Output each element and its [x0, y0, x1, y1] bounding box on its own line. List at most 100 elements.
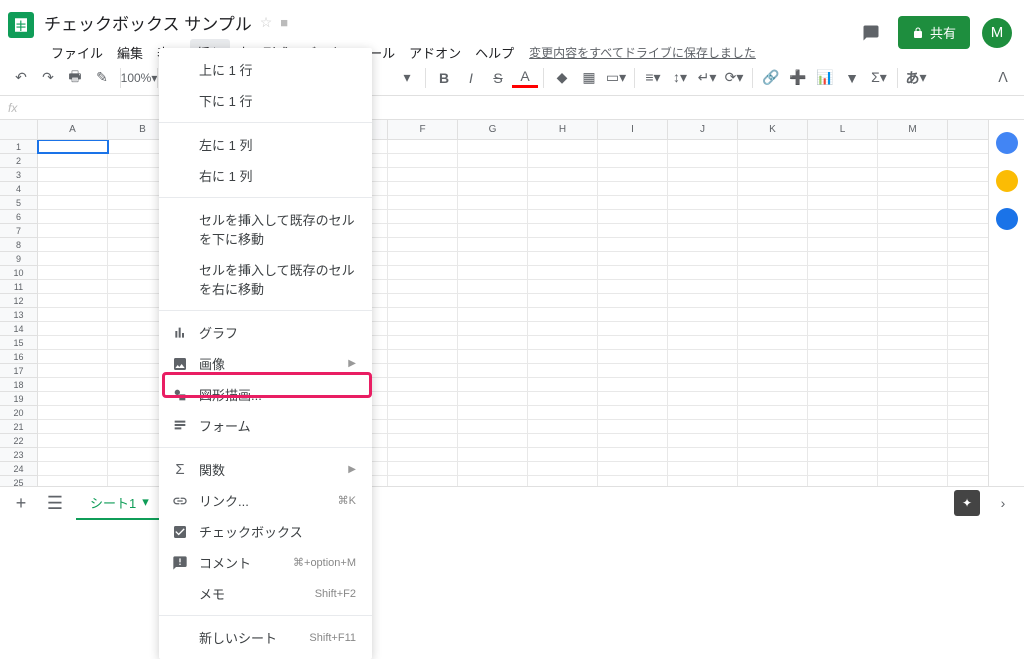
cell[interactable] — [458, 462, 528, 475]
cell[interactable] — [878, 238, 948, 251]
cell[interactable] — [528, 434, 598, 447]
cell[interactable] — [598, 406, 668, 419]
cell[interactable] — [388, 168, 458, 181]
cell[interactable] — [668, 448, 738, 461]
redo-button[interactable]: ↷ — [35, 65, 61, 91]
cell[interactable] — [878, 154, 948, 167]
cell[interactable] — [38, 210, 108, 223]
cell[interactable] — [668, 238, 738, 251]
cell[interactable] — [598, 140, 668, 153]
column-header[interactable]: A — [38, 120, 108, 139]
cell[interactable] — [738, 448, 808, 461]
cell[interactable] — [668, 224, 738, 237]
cell[interactable] — [598, 224, 668, 237]
cell[interactable] — [878, 182, 948, 195]
cell[interactable] — [38, 154, 108, 167]
menu-item[interactable]: 図形描画... — [159, 379, 372, 410]
cell[interactable] — [38, 476, 108, 486]
cell[interactable] — [668, 280, 738, 293]
cell[interactable] — [808, 252, 878, 265]
cell[interactable] — [458, 210, 528, 223]
row-header[interactable]: 14 — [0, 322, 37, 336]
cell[interactable] — [668, 476, 738, 486]
menu-item[interactable]: セルを挿入して既存のセルを右に移動 — [159, 254, 372, 304]
cell[interactable] — [458, 448, 528, 461]
cell[interactable] — [598, 434, 668, 447]
cell[interactable] — [38, 294, 108, 307]
halign-button[interactable]: ≡▾ — [640, 65, 666, 91]
cell[interactable] — [808, 266, 878, 279]
cell[interactable] — [878, 364, 948, 377]
italic-button[interactable]: I — [458, 65, 484, 91]
cell[interactable] — [38, 182, 108, 195]
menu-item[interactable]: コメント⌘+option+M — [159, 547, 372, 578]
cell[interactable] — [878, 252, 948, 265]
cell[interactable] — [528, 210, 598, 223]
cell[interactable] — [598, 476, 668, 486]
row-header[interactable]: 18 — [0, 378, 37, 392]
row-header[interactable]: 25 — [0, 476, 37, 486]
save-status[interactable]: 変更内容をすべてドライブに保存しました — [529, 44, 756, 61]
cell[interactable] — [458, 308, 528, 321]
cell[interactable] — [388, 154, 458, 167]
cell[interactable] — [878, 434, 948, 447]
cell[interactable] — [668, 364, 738, 377]
cell[interactable] — [668, 252, 738, 265]
cell[interactable] — [528, 476, 598, 486]
cell[interactable] — [388, 210, 458, 223]
row-header[interactable]: 3 — [0, 168, 37, 182]
cell[interactable] — [528, 392, 598, 405]
cell[interactable] — [528, 168, 598, 181]
cell[interactable] — [598, 154, 668, 167]
cell[interactable] — [598, 420, 668, 433]
cell[interactable] — [738, 140, 808, 153]
row-header[interactable]: 4 — [0, 182, 37, 196]
rotate-button[interactable]: ⟳▾ — [721, 65, 747, 91]
cell[interactable] — [38, 140, 108, 153]
tasks-icon[interactable] — [996, 208, 1018, 230]
cell[interactable] — [528, 308, 598, 321]
cell[interactable] — [738, 406, 808, 419]
cell[interactable] — [668, 266, 738, 279]
row-header[interactable]: 12 — [0, 294, 37, 308]
cell[interactable] — [38, 364, 108, 377]
menu-item[interactable]: 上に 1 行 — [159, 54, 372, 85]
cell[interactable] — [808, 210, 878, 223]
cell[interactable] — [738, 252, 808, 265]
menu-item[interactable]: セルを挿入して既存のセルを下に移動 — [159, 204, 372, 254]
cell[interactable] — [738, 392, 808, 405]
cell[interactable] — [388, 350, 458, 363]
cell[interactable] — [808, 350, 878, 363]
cell[interactable] — [38, 224, 108, 237]
folder-icon[interactable]: ■ — [280, 15, 288, 30]
cell[interactable] — [458, 364, 528, 377]
cell[interactable] — [458, 322, 528, 335]
cell[interactable] — [38, 266, 108, 279]
cell[interactable] — [808, 168, 878, 181]
cell[interactable] — [808, 364, 878, 377]
cell[interactable] — [738, 224, 808, 237]
cell[interactable] — [458, 406, 528, 419]
cell[interactable] — [598, 364, 668, 377]
row-header[interactable]: 23 — [0, 448, 37, 462]
cell[interactable] — [598, 280, 668, 293]
functions-button[interactable]: Σ▾ — [866, 65, 892, 91]
cell[interactable] — [388, 378, 458, 391]
cell[interactable] — [38, 238, 108, 251]
fill-color-button[interactable]: ◆ — [549, 65, 575, 91]
cell[interactable] — [878, 378, 948, 391]
cell[interactable] — [458, 350, 528, 363]
cell[interactable] — [738, 154, 808, 167]
cell[interactable] — [388, 364, 458, 377]
cell[interactable] — [458, 266, 528, 279]
column-header[interactable]: I — [598, 120, 668, 139]
cell[interactable] — [528, 294, 598, 307]
cell[interactable] — [528, 364, 598, 377]
cell[interactable] — [598, 322, 668, 335]
cell[interactable] — [388, 224, 458, 237]
cell[interactable] — [388, 140, 458, 153]
row-header[interactable]: 13 — [0, 308, 37, 322]
add-sheet-button[interactable]: + — [8, 490, 34, 516]
link-button[interactable]: 🔗 — [758, 65, 784, 91]
cell[interactable] — [738, 308, 808, 321]
